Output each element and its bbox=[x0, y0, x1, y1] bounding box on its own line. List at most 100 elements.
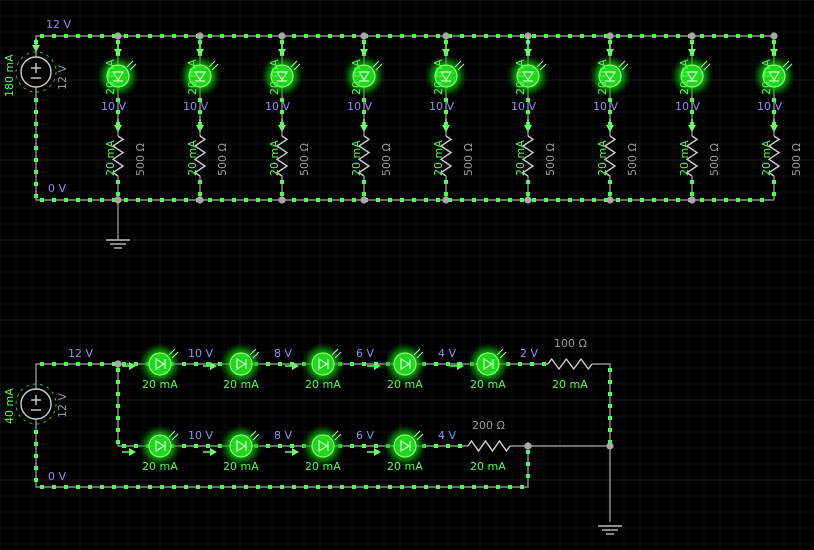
current-dot bbox=[608, 180, 612, 184]
current-dot bbox=[116, 404, 120, 408]
current-dot bbox=[424, 198, 428, 202]
current-dot bbox=[206, 444, 210, 448]
current-dot bbox=[412, 198, 416, 202]
current-dot bbox=[724, 34, 728, 38]
current-dot bbox=[304, 34, 308, 38]
current-dot bbox=[148, 198, 152, 202]
junction-node bbox=[114, 360, 122, 368]
current-dot bbox=[184, 198, 188, 202]
top-resistor-current-label: 20 mA bbox=[350, 140, 363, 176]
current-dot bbox=[352, 198, 356, 202]
led-icon bbox=[476, 352, 500, 376]
current-dot bbox=[484, 198, 488, 202]
top-led-current-label: 20 mA bbox=[104, 59, 117, 95]
row2-resistor-current-label: 20 mA bbox=[470, 460, 506, 473]
current-dot bbox=[352, 34, 356, 38]
top-node-voltage-label: 10 V bbox=[101, 100, 126, 113]
current-dot bbox=[526, 180, 530, 184]
top-node-voltage-label: 10 V bbox=[511, 100, 536, 113]
current-dot bbox=[34, 122, 38, 126]
row1-node-voltage-label: 2 V bbox=[520, 347, 538, 360]
junction-node bbox=[278, 196, 286, 204]
current-dot bbox=[292, 34, 296, 38]
row1-led-current-label: 20 mA bbox=[223, 378, 259, 391]
current-dot bbox=[628, 198, 632, 202]
current-dot bbox=[160, 34, 164, 38]
junction-node bbox=[442, 32, 450, 40]
current-dot bbox=[134, 444, 138, 448]
current-dot bbox=[458, 444, 462, 448]
current-dot bbox=[220, 485, 224, 489]
current-dot bbox=[198, 192, 202, 196]
current-arrow-icon bbox=[210, 448, 217, 456]
current-dot bbox=[388, 485, 392, 489]
current-arrow-icon bbox=[129, 448, 136, 456]
led-icon bbox=[311, 352, 335, 376]
current-dot bbox=[40, 362, 44, 366]
current-dot bbox=[608, 192, 612, 196]
row2-led-current-label: 20 mA bbox=[305, 460, 341, 473]
current-dot bbox=[676, 198, 680, 202]
junction-node bbox=[442, 196, 450, 204]
current-dot bbox=[268, 34, 272, 38]
current-dot bbox=[34, 194, 38, 198]
current-dot bbox=[266, 444, 270, 448]
row1-led-current-label: 20 mA bbox=[470, 378, 506, 391]
current-dot bbox=[116, 380, 120, 384]
current-dot bbox=[652, 34, 656, 38]
current-dot bbox=[124, 198, 128, 202]
led-icon bbox=[229, 434, 253, 458]
current-dot bbox=[616, 34, 620, 38]
top-resistance-label: 500 Ω bbox=[216, 143, 229, 176]
current-dot bbox=[194, 444, 198, 448]
current-dot bbox=[400, 485, 404, 489]
current-dot bbox=[608, 380, 612, 384]
current-dot bbox=[280, 192, 284, 196]
current-dot bbox=[616, 198, 620, 202]
current-dot bbox=[736, 198, 740, 202]
current-dot bbox=[340, 34, 344, 38]
current-dot bbox=[64, 34, 68, 38]
current-dot bbox=[760, 34, 764, 38]
junction-node bbox=[524, 196, 532, 204]
top-node-voltage-label: 10 V bbox=[593, 100, 618, 113]
current-dot bbox=[40, 485, 44, 489]
row2-led-current-label: 20 mA bbox=[387, 460, 423, 473]
current-dot bbox=[116, 180, 120, 184]
current-dot bbox=[88, 485, 92, 489]
row1-led-current-label: 20 mA bbox=[387, 378, 423, 391]
current-dot bbox=[116, 392, 120, 396]
top-resistor-current-label: 20 mA bbox=[432, 140, 445, 176]
current-dot bbox=[40, 34, 44, 38]
row1-led-current-label: 20 mA bbox=[305, 378, 341, 391]
current-dot bbox=[136, 198, 140, 202]
current-dot bbox=[196, 485, 200, 489]
top-resistor-current-label: 20 mA bbox=[596, 140, 609, 176]
top-resistance-label: 500 Ω bbox=[462, 143, 475, 176]
current-dot bbox=[460, 34, 464, 38]
current-dot bbox=[496, 198, 500, 202]
current-dot bbox=[434, 444, 438, 448]
row1-node-voltage-label: 10 V bbox=[188, 347, 213, 360]
junction-node bbox=[688, 32, 696, 40]
current-dot bbox=[444, 180, 448, 184]
top-resistor-current-label: 20 mA bbox=[104, 140, 117, 176]
current-dot bbox=[304, 198, 308, 202]
current-dot bbox=[328, 198, 332, 202]
current-dot bbox=[760, 198, 764, 202]
current-dot bbox=[772, 192, 776, 196]
top-resistor-current-label: 20 mA bbox=[186, 140, 199, 176]
current-dot bbox=[520, 485, 524, 489]
junction-node bbox=[278, 32, 286, 40]
junction-node bbox=[360, 196, 368, 204]
led-icon bbox=[311, 434, 335, 458]
current-dot bbox=[34, 478, 38, 482]
current-dot bbox=[278, 362, 282, 366]
current-dot bbox=[232, 34, 236, 38]
current-dot bbox=[340, 485, 344, 489]
current-dot bbox=[198, 180, 202, 184]
current-dot bbox=[376, 485, 380, 489]
current-dot bbox=[76, 198, 80, 202]
top-led-current-label: 20 mA bbox=[432, 59, 445, 95]
current-dot bbox=[116, 192, 120, 196]
